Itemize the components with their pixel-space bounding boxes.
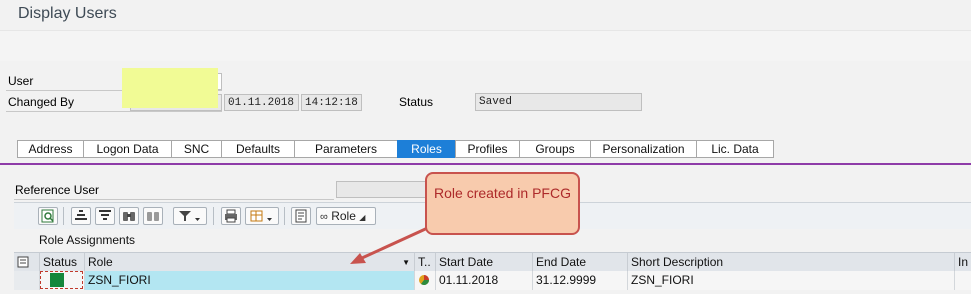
annotation-arrow — [350, 224, 433, 264]
annotation-callout: Role created in PFCG — [425, 172, 580, 235]
